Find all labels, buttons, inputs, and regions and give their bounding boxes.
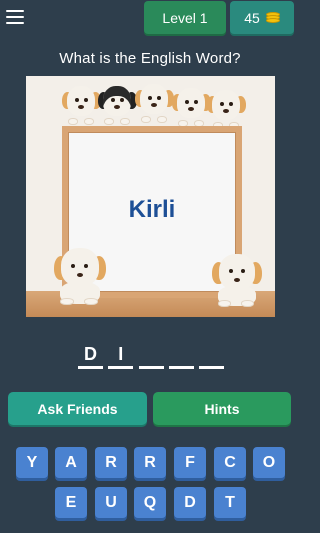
puppy-image bbox=[62, 84, 101, 125]
letter-key[interactable]: R bbox=[134, 447, 166, 478]
puppy-image bbox=[212, 252, 262, 310]
hamburger-menu-icon[interactable] bbox=[6, 10, 24, 24]
letter-key[interactable]: D bbox=[174, 487, 206, 518]
answer-slot[interactable]: I bbox=[108, 343, 134, 369]
level-label: Level 1 bbox=[162, 9, 208, 26]
letter-key[interactable]: R bbox=[95, 447, 127, 478]
letter-key[interactable]: Y bbox=[16, 447, 48, 478]
puppy-image bbox=[172, 86, 211, 127]
answer-slot[interactable] bbox=[138, 343, 164, 369]
puppy-image bbox=[54, 246, 106, 308]
level-badge: Level 1 bbox=[144, 1, 226, 34]
letter-key[interactable]: E bbox=[55, 487, 87, 518]
answer-slot[interactable]: D bbox=[78, 343, 103, 369]
puppy-image bbox=[135, 82, 174, 123]
puzzle-picture: Kirli bbox=[26, 76, 275, 317]
letter-key[interactable]: F bbox=[174, 447, 206, 478]
coins-badge[interactable]: 45 bbox=[230, 1, 294, 34]
answer-slot[interactable] bbox=[168, 343, 194, 369]
hints-label: Hints bbox=[204, 400, 240, 417]
puppy-image bbox=[207, 88, 246, 129]
letter-key[interactable]: T bbox=[214, 487, 246, 518]
letter-key[interactable]: A bbox=[55, 447, 87, 478]
coins-count: 45 bbox=[244, 9, 260, 26]
answer-slots: D I bbox=[78, 343, 224, 369]
letter-key[interactable]: O bbox=[253, 447, 285, 478]
ask-friends-label: Ask Friends bbox=[37, 400, 118, 417]
letter-key[interactable]: U bbox=[95, 487, 127, 518]
menu-line bbox=[6, 22, 24, 24]
question-text: What is the English Word? bbox=[59, 50, 241, 67]
menu-line bbox=[6, 16, 24, 18]
letter-key[interactable]: Q bbox=[134, 487, 166, 518]
hints-button[interactable]: Hints bbox=[153, 392, 291, 425]
ask-friends-button[interactable]: Ask Friends bbox=[8, 392, 147, 425]
menu-line bbox=[6, 10, 24, 12]
letter-key[interactable]: C bbox=[214, 447, 246, 478]
puppy-image bbox=[98, 84, 137, 125]
answer-slot[interactable] bbox=[199, 343, 224, 369]
clue-word: Kirli bbox=[128, 196, 176, 223]
coin-stack-icon bbox=[265, 11, 280, 24]
